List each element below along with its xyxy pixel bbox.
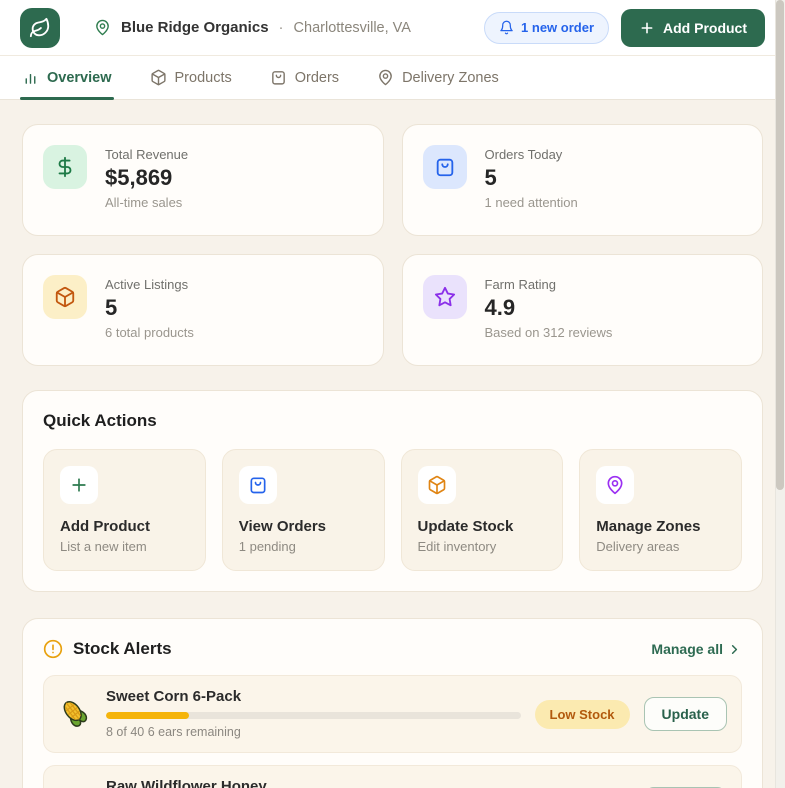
- package-icon: [150, 69, 167, 86]
- shopping-bag-icon: [238, 466, 277, 504]
- stat-label: Farm Rating: [484, 277, 557, 292]
- tab-label: Orders: [294, 69, 340, 86]
- topbar: Blue Ridge Organics · Charlottesville, V…: [0, 0, 785, 56]
- stat-label: Orders Today: [484, 147, 563, 162]
- quick-actions-grid: Add Product List a new item View Orders …: [43, 449, 742, 571]
- stock-alerts-list: Sweet Corn 6-Pack 8 of 40 6 ears remaini…: [43, 675, 742, 788]
- stat-sub: Based on 312 reviews: [484, 325, 613, 340]
- bell-icon: [499, 20, 514, 35]
- alert-circle-icon: [43, 639, 63, 659]
- stat-card-total-revenue: Total Revenue $5,869 All-time sales: [22, 124, 384, 236]
- farm-logo: [20, 7, 60, 48]
- tab-label: Overview: [47, 69, 112, 86]
- stat-label: Active Listings: [105, 277, 189, 292]
- star-icon: [422, 275, 467, 319]
- shopping-bag-icon: [270, 69, 287, 86]
- quick-actions-title: Quick Actions: [43, 411, 157, 430]
- stock-alert-item-sweet-corn: Sweet Corn 6-Pack 8 of 40 6 ears remaini…: [43, 675, 742, 753]
- tabbar: Overview Products Orders Delivery Zones: [0, 56, 785, 100]
- stat-sub: 6 total products: [105, 325, 194, 340]
- tab-products[interactable]: Products: [150, 56, 232, 99]
- quick-actions-section: Quick Actions Add Product List a new ite…: [22, 390, 763, 592]
- farm-location: Charlottesville, VA: [293, 19, 411, 36]
- quick-action-label: Manage Zones: [596, 518, 701, 535]
- separator-dot: ·: [278, 19, 284, 36]
- alert-detail: 8 of 40 6 ears remaining: [106, 725, 241, 739]
- stat-value: 4.9: [484, 295, 516, 320]
- notification-label: 1 new order: [521, 20, 594, 35]
- quick-action-view-orders[interactable]: View Orders 1 pending: [221, 449, 385, 571]
- tab-orders[interactable]: Orders: [270, 56, 339, 99]
- dollar-icon: [43, 145, 87, 189]
- farm-name: Blue Ridge Organics: [121, 19, 269, 36]
- map-pin-icon: [596, 466, 635, 504]
- stock-progress-bar: [106, 712, 521, 719]
- stock-alerts-section: Stock Alerts Manage all Sweet Corn 6-Pac…: [22, 618, 763, 788]
- package-icon: [43, 275, 87, 319]
- scrollbar-track[interactable]: [775, 0, 785, 788]
- stat-sub: 1 need attention: [484, 195, 578, 210]
- quick-action-add-product[interactable]: Add Product List a new item: [43, 449, 206, 571]
- stat-card-farm-rating: Farm Rating 4.9 Based on 312 reviews: [401, 254, 763, 366]
- stat-value: $5,869: [105, 165, 173, 190]
- bar-chart-icon: [22, 69, 39, 86]
- plus-icon: [639, 20, 655, 36]
- alert-product-name: Raw Wildflower Honey: [106, 778, 267, 788]
- stock-alerts-header: Stock Alerts Manage all: [43, 639, 742, 659]
- tab-delivery-zones[interactable]: Delivery Zones: [377, 56, 499, 99]
- location-pin-icon: [94, 19, 111, 36]
- stat-value: 5: [105, 295, 118, 320]
- stat-card-orders-today: Orders Today 5 1 need attention: [401, 124, 763, 236]
- update-button[interactable]: Update: [643, 697, 727, 731]
- quick-action-sub: Delivery areas: [596, 539, 680, 554]
- quick-action-sub: List a new item: [60, 539, 147, 554]
- alert-product-name: Sweet Corn 6-Pack: [106, 688, 242, 705]
- stat-sub: All-time sales: [105, 195, 183, 210]
- quick-action-update-stock[interactable]: Update Stock Edit inventory: [400, 449, 564, 571]
- plus-icon: [60, 466, 98, 504]
- scrollbar-thumb[interactable]: [776, 0, 784, 490]
- quick-action-label: Update Stock: [417, 518, 514, 535]
- new-order-notification-button[interactable]: 1 new order: [484, 11, 609, 44]
- leaf-icon: [29, 17, 51, 39]
- add-product-label: Add Product: [663, 19, 747, 36]
- map-pin-icon: [377, 69, 394, 86]
- main-content: Total Revenue $5,869 All-time sales Orde…: [0, 100, 785, 788]
- stat-card-active-listings: Active Listings 5 6 total products: [22, 254, 384, 366]
- tab-overview[interactable]: Overview: [20, 56, 113, 100]
- tab-label: Products: [174, 69, 232, 86]
- manage-all-link[interactable]: Manage all: [651, 641, 742, 657]
- stat-value: 5: [484, 165, 497, 190]
- tab-label: Delivery Zones: [402, 69, 499, 86]
- quick-action-sub: Edit inventory: [417, 539, 497, 554]
- corn-icon: [58, 697, 92, 731]
- quick-action-sub: 1 pending: [238, 539, 296, 554]
- stat-label: Total Revenue: [105, 147, 189, 162]
- package-icon: [417, 466, 456, 504]
- stock-alerts-title: Stock Alerts: [73, 639, 172, 658]
- status-badge-low-stock: Low Stock: [534, 699, 630, 729]
- quick-action-label: Add Product: [60, 518, 150, 535]
- brand: Blue Ridge Organics · Charlottesville, V…: [20, 7, 411, 48]
- topbar-actions: 1 new order Add Product: [484, 8, 765, 47]
- stock-alert-item-honey: Raw Wildflower Honey Out of Stock Update: [43, 765, 742, 788]
- manage-all-label: Manage all: [651, 641, 723, 657]
- chevron-right-icon: [727, 642, 742, 657]
- shopping-bag-icon: [422, 145, 467, 189]
- stock-progress-fill: [106, 712, 189, 719]
- add-product-button[interactable]: Add Product: [621, 8, 765, 47]
- quick-action-manage-zones[interactable]: Manage Zones Delivery areas: [579, 449, 742, 571]
- quick-action-label: View Orders: [238, 518, 327, 535]
- stats-grid: Total Revenue $5,869 All-time sales Orde…: [22, 124, 763, 366]
